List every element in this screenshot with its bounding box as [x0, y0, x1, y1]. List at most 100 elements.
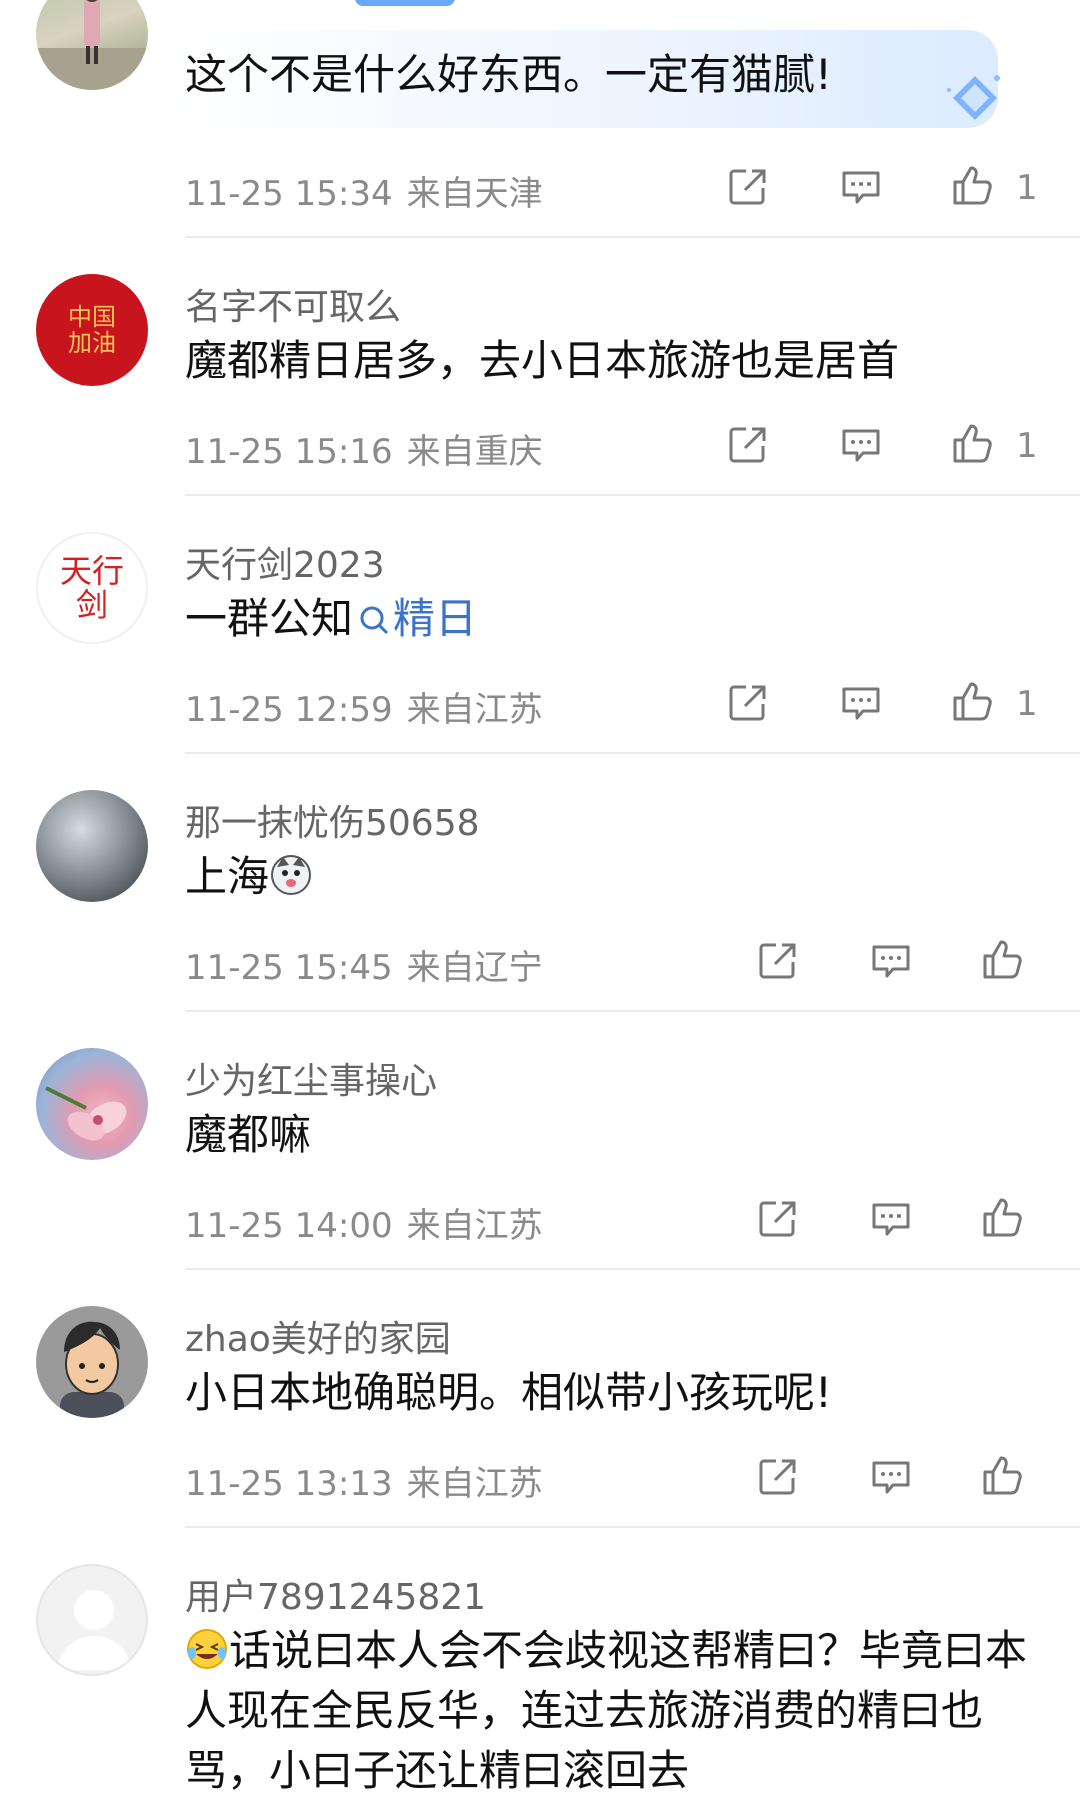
like-button[interactable]	[981, 1453, 1025, 1497]
comment-icon	[872, 1461, 910, 1494]
comment-item: 少为红尘事操心 魔都嘛 11-25 14:00 来自江苏	[0, 1032, 1080, 1270]
comment-icon	[842, 687, 880, 720]
thumbs-up-icon	[983, 940, 1022, 979]
thumbs-up-icon	[983, 1198, 1022, 1237]
user-badge	[355, 0, 455, 6]
laughing-tears-emoji-icon	[187, 1629, 227, 1669]
comment-time: 11-25 13:13	[185, 1464, 393, 1504]
share-button[interactable]	[726, 165, 770, 209]
reply-button[interactable]	[869, 1197, 913, 1241]
username[interactable]: 那一抹忧伤50658	[185, 794, 480, 846]
comment-time: 11-25 14:00	[185, 1206, 393, 1246]
default-avatar-icon	[56, 1590, 132, 1670]
comment-meta: 11-25 13:13 来自江苏	[185, 1456, 543, 1505]
user-avatar[interactable]	[36, 0, 148, 90]
share-icon	[729, 685, 766, 721]
like-count: 1	[1016, 426, 1038, 466]
comment-meta: 11-25 15:16 来自重庆	[185, 424, 543, 473]
share-icon	[759, 943, 796, 979]
comment-location: 来自江苏	[406, 1206, 543, 1246]
share-button[interactable]	[726, 681, 770, 725]
reply-button[interactable]	[869, 939, 913, 983]
comment-icon	[872, 945, 910, 978]
comment-icon	[842, 171, 880, 204]
username[interactable]: 用户7891245821	[185, 1568, 486, 1620]
share-button[interactable]	[756, 1197, 800, 1241]
divider	[185, 1526, 1080, 1528]
comment-location: 来自重庆	[406, 432, 543, 472]
thumbs-up-icon	[953, 682, 992, 721]
comment-text: 小日本地确聪明。相似带小孩玩呢!	[185, 1368, 832, 1417]
divider	[185, 752, 1080, 754]
share-icon	[729, 427, 766, 463]
user-avatar[interactable]	[36, 790, 148, 902]
comment-time: 11-25 15:34	[185, 174, 393, 214]
comment-text: 魔都精日居多，去小日本旅游也是居首	[185, 336, 900, 385]
comment-icon	[842, 429, 880, 462]
comment-text: 话说曰本人会不会歧视这帮精曰？毕竟曰本人现在全民反华，连过去旅游消费的精曰也骂，…	[185, 1621, 1065, 1801]
user-avatar[interactable]	[36, 1564, 148, 1676]
comment-time: 11-25 15:16	[185, 432, 393, 472]
like-count: 1	[1016, 684, 1038, 724]
reply-button[interactable]	[839, 423, 883, 467]
thumbs-up-icon	[953, 424, 992, 463]
reply-button[interactable]	[869, 1455, 913, 1499]
share-button[interactable]	[726, 423, 770, 467]
comment-meta: 11-25 14:00 来自江苏	[185, 1198, 543, 1247]
avatar-person-image	[36, 0, 148, 90]
comment-item: 这个不是什么好东西。一定有猫腻! 11-25 15:34 来自天津 1	[0, 0, 1080, 238]
comment-item: 用户7891245821 话说曰本人会不会歧视这帮精曰？毕竟曰本人现在全民反华，…	[0, 1548, 1080, 1820]
share-icon	[759, 1459, 796, 1495]
search-link[interactable]: 精日	[353, 594, 477, 643]
comment-time: 11-25 15:45	[185, 948, 393, 988]
like-button[interactable]	[981, 1195, 1025, 1239]
comment-meta: 11-25 15:45 来自辽宁	[185, 940, 543, 989]
username[interactable]: 少为红尘事操心	[185, 1052, 437, 1104]
share-button[interactable]	[756, 939, 800, 983]
like-button[interactable]	[951, 679, 995, 723]
comment-text: 一群公知 精日	[185, 589, 1045, 649]
comment-item: 天行剑 天行剑2023 一群公知 精日 11-25 12:59 来自江苏 1	[0, 516, 1080, 754]
divider	[185, 494, 1080, 496]
comment-meta: 11-25 15:34 来自天津	[185, 166, 543, 215]
comment-item: zhao美好的家园 小日本地确聪明。相似带小孩玩呢! 11-25 13:13 来自…	[0, 1290, 1080, 1528]
username[interactable]: 天行剑2023	[185, 536, 385, 588]
like-count: 1	[1016, 168, 1038, 208]
divider	[185, 236, 1080, 238]
like-button[interactable]	[951, 163, 995, 207]
avatar-flower-image	[45, 1086, 127, 1141]
share-icon	[759, 1201, 796, 1237]
reply-button[interactable]	[839, 681, 883, 725]
thumbs-up-icon	[983, 1456, 1022, 1495]
avatar-text: 中国加油	[68, 303, 116, 357]
thumbs-up-icon	[953, 166, 992, 205]
search-link-text: 精日	[393, 594, 478, 643]
comment-item: 中国加油 名字不可取么 魔都精日居多，去小日本旅游也是居首 11-25 15:1…	[0, 258, 1080, 496]
comment-text: 这个不是什么好东西。一定有猫腻!	[185, 50, 832, 99]
user-avatar[interactable]: 天行剑	[36, 532, 148, 644]
username[interactable]: zhao美好的家园	[185, 1310, 451, 1362]
husky-emoji-icon	[271, 855, 312, 895]
like-button[interactable]	[981, 937, 1025, 981]
avatar-cartoon-boy-image	[60, 1321, 124, 1418]
reply-button[interactable]	[839, 165, 883, 209]
like-button[interactable]	[951, 421, 995, 465]
comment-meta: 11-25 12:59 来自江苏	[185, 682, 543, 731]
comment-location: 来自江苏	[406, 690, 543, 730]
user-avatar[interactable]	[36, 1048, 148, 1160]
search-icon	[360, 606, 389, 635]
user-avatar[interactable]	[36, 1306, 148, 1418]
comment-location: 来自天津	[406, 174, 543, 214]
comment-icon	[872, 1203, 910, 1236]
avatar-text: 天行剑	[59, 552, 124, 624]
comment-time: 11-25 12:59	[185, 690, 393, 730]
username-partial[interactable]	[185, 0, 455, 14]
share-icon	[729, 169, 766, 205]
comment-text-body: 话说曰本人会不会歧视这帮精曰？毕竟曰本人现在全民反华，连过去旅游消费的精曰也骂，…	[185, 1626, 1028, 1795]
divider	[185, 1010, 1080, 1012]
user-avatar[interactable]: 中国加油	[36, 274, 148, 386]
username[interactable]: 名字不可取么	[185, 278, 401, 330]
share-button[interactable]	[756, 1455, 800, 1499]
comment-text: 魔都嘛	[185, 1110, 312, 1159]
comment-location: 来自江苏	[406, 1464, 543, 1504]
